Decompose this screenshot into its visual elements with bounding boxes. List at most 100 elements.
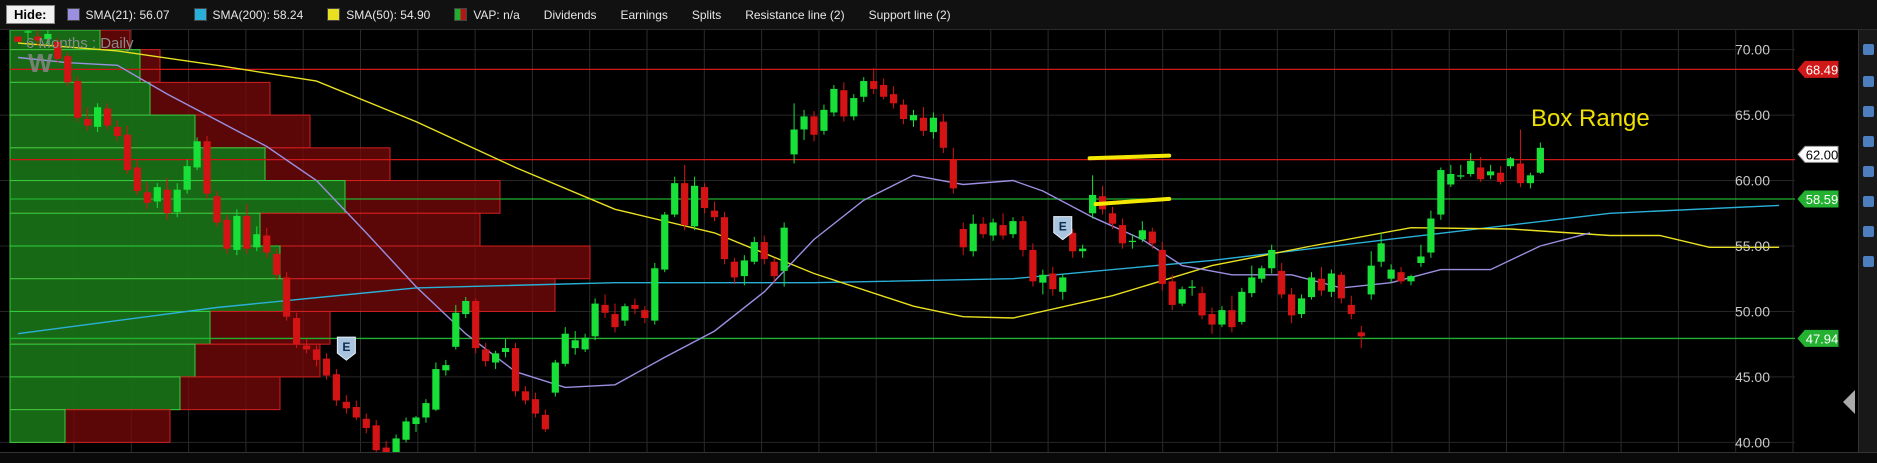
candle-body: [1297, 298, 1306, 315]
candle-body: [890, 94, 898, 104]
vap-up-bar: [9, 278, 286, 312]
candle-body: [302, 345, 311, 350]
candle-body: [342, 401, 350, 409]
candle-body: [681, 183, 689, 226]
sma200-swatch: [193, 8, 207, 21]
candle-body: [1278, 270, 1286, 295]
candle-body: [571, 340, 579, 349]
chart-area[interactable]: E E 70.00 65.00 60.00 55.00 50.00 45.00 40.00 68…: [0, 30, 1877, 462]
sma21-swatch: [66, 8, 80, 21]
candle-body: [521, 391, 530, 401]
candle-body: [969, 223, 977, 252]
y-tick-label: 55.00: [1735, 238, 1770, 254]
y-tick-label: 60.00: [1735, 173, 1770, 189]
fib-tool-icon[interactable]: [1863, 166, 1874, 177]
candle-body: [1516, 163, 1525, 184]
legend-sma50[interactable]: SMA(50): 54.90: [327, 8, 430, 22]
candle-body: [840, 90, 848, 117]
candle-body: [233, 215, 241, 250]
right-tool-strip: [1858, 30, 1877, 462]
settings-icon[interactable]: [1863, 256, 1874, 267]
candle-body: [1188, 286, 1196, 288]
candle-body: [850, 98, 858, 117]
candle-body: [1536, 147, 1544, 173]
candle-body: [691, 185, 699, 227]
candle-body: [919, 117, 928, 131]
candle-body: [810, 116, 818, 135]
legend-vap[interactable]: VAP: n/a: [454, 7, 520, 22]
candle-body: [999, 225, 1007, 236]
text-tool-icon[interactable]: [1863, 196, 1874, 207]
candle-body: [422, 403, 430, 418]
collapse-arrow-icon[interactable]: [1843, 390, 1855, 414]
candle-body: [1288, 294, 1296, 316]
candle-body: [1138, 230, 1146, 240]
candle-body: [1337, 274, 1345, 299]
earnings-marker-label: E: [1059, 220, 1067, 234]
measure-tool-icon[interactable]: [1863, 226, 1874, 237]
candle-body: [1487, 171, 1495, 176]
candle-body: [830, 88, 838, 113]
price-tag-label: 68.49: [1806, 62, 1839, 77]
price-chart[interactable]: E E 70.00 65.00 60.00 55.00 50.00 45.00 40.00 68…: [0, 30, 1858, 462]
candle-body: [153, 187, 161, 202]
candle-body: [899, 104, 908, 120]
candle-body: [213, 196, 221, 223]
candle-body: [860, 81, 868, 97]
candle-body: [979, 223, 987, 235]
candle-body: [1178, 289, 1186, 304]
candle-body: [1049, 273, 1057, 290]
candle-body: [103, 108, 112, 126]
candle-body: [561, 333, 569, 364]
legend-vap-label: VAP: n/a: [473, 7, 520, 22]
candle-body: [173, 189, 181, 212]
candle-body: [1158, 249, 1166, 284]
candle-body: [1148, 231, 1156, 244]
candle-body: [501, 348, 510, 353]
legend-support-lines[interactable]: Support line (2): [869, 8, 951, 22]
vap-up-bar: [9, 376, 181, 411]
candle-body: [472, 300, 480, 349]
candle-body: [1496, 172, 1505, 182]
candle-body: [492, 353, 500, 363]
candle-body: [362, 418, 370, 428]
zoom-icon[interactable]: [1863, 44, 1874, 55]
earnings-marker-label: E: [342, 340, 350, 354]
legend-sma200-label: SMA(200): 58.24: [212, 7, 304, 22]
candle-body: [1447, 174, 1455, 185]
hide-button[interactable]: Hide:: [6, 5, 55, 24]
candle-body: [1079, 248, 1087, 252]
candle-body: [1208, 314, 1216, 325]
candle-body: [790, 129, 798, 155]
legend-dividends[interactable]: Dividends: [544, 8, 597, 22]
candle-body: [1307, 277, 1316, 298]
candle-body: [1367, 265, 1375, 295]
candle-body: [14, 36, 22, 42]
candle-body: [1059, 277, 1067, 292]
legend-sma200[interactable]: SMA(200): 58.24: [193, 7, 304, 22]
candle-body: [720, 217, 729, 260]
candle-body: [432, 369, 440, 410]
watermark-logo: W: [28, 48, 53, 78]
candle-body: [989, 222, 997, 236]
draw-icon[interactable]: [1863, 106, 1874, 117]
candle-body: [1347, 304, 1355, 315]
candle-body: [322, 358, 331, 376]
price-tag-label: 58.59: [1806, 192, 1839, 207]
candle-body: [1387, 269, 1395, 279]
legend-resistance-lines[interactable]: Resistance line (2): [745, 8, 844, 22]
legend-sma21[interactable]: SMA(21): 56.07: [66, 8, 170, 22]
candle-body: [1437, 170, 1445, 215]
legend-splits[interactable]: Splits: [692, 8, 721, 22]
box-range-annotation: Box Range: [1531, 105, 1650, 132]
cursor-icon[interactable]: [1863, 76, 1874, 87]
candle-body: [880, 84, 888, 97]
candle-body: [273, 253, 281, 275]
candle-body: [700, 187, 709, 209]
y-tick-label: 45.00: [1735, 369, 1770, 385]
line-tool-icon[interactable]: [1863, 136, 1874, 147]
candle-body: [511, 348, 520, 392]
candle-body: [1258, 268, 1266, 279]
legend-earnings[interactable]: Earnings: [621, 8, 668, 22]
bottom-border: [0, 452, 1877, 463]
